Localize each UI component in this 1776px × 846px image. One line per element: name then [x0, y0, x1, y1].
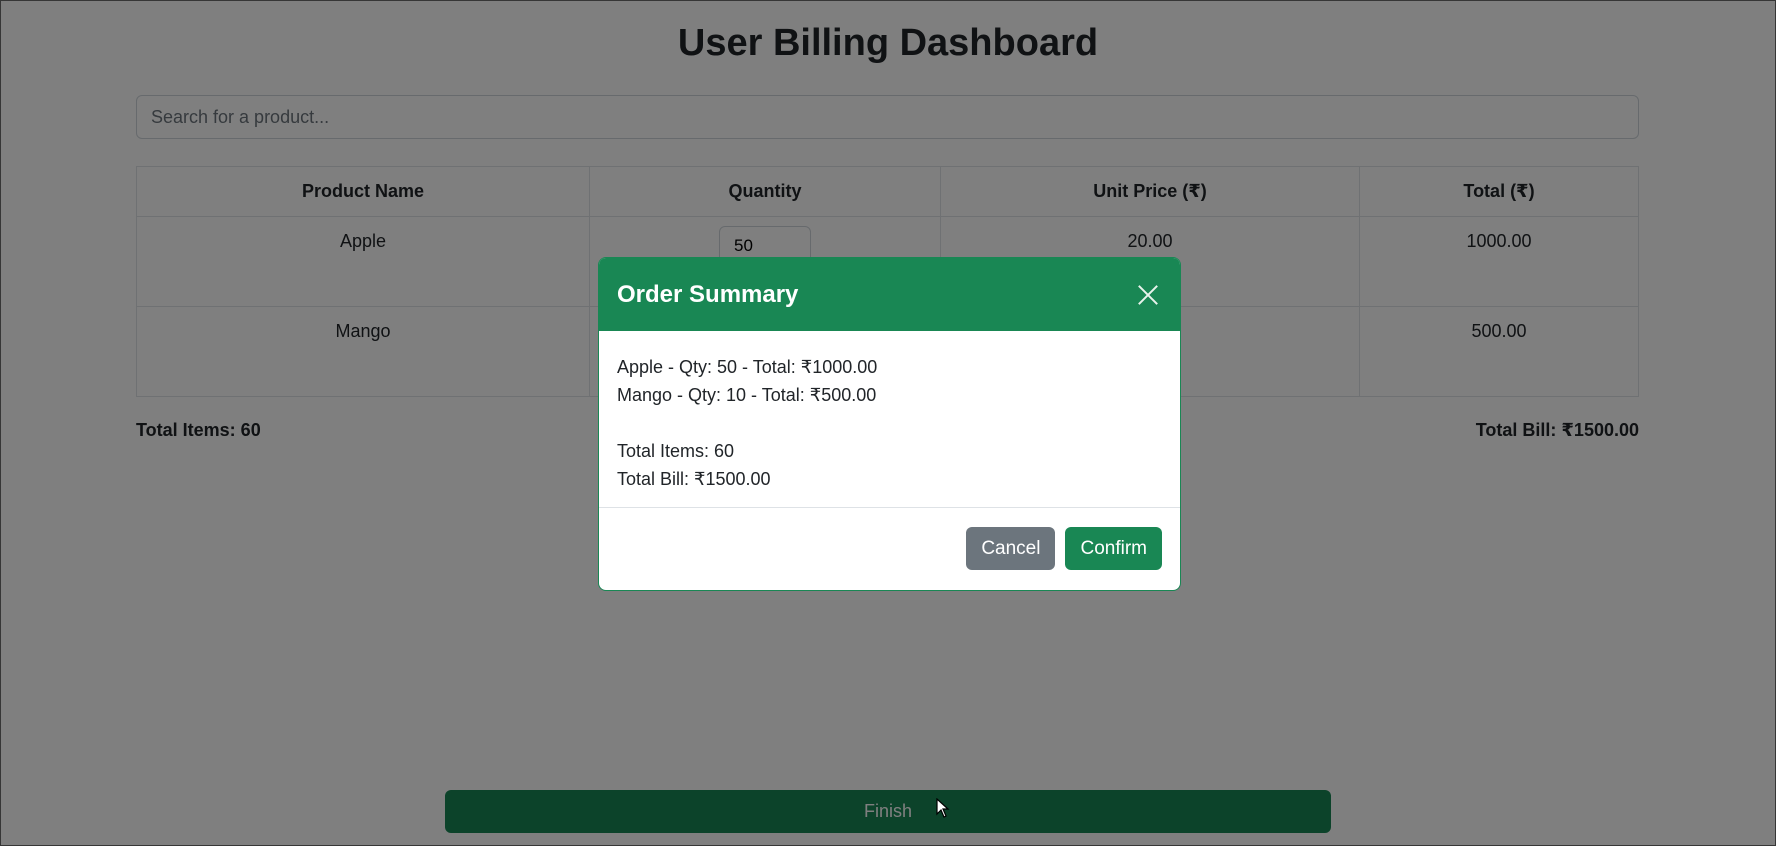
- mouse-pointer-icon: [936, 798, 950, 818]
- modal-total-items: Total Items: 60: [617, 441, 735, 461]
- order-summary-modal: Order Summary Apple - Qty: 50 - Total: ₹…: [598, 257, 1181, 591]
- modal-header: Order Summary: [599, 258, 1180, 331]
- order-line-item: Apple - Qty: 50 - Total: ₹1000.00: [617, 357, 878, 377]
- confirm-button[interactable]: Confirm: [1065, 527, 1162, 570]
- modal-body: Apple - Qty: 50 - Total: ₹1000.00 Mango …: [599, 331, 1180, 507]
- modal-total-bill: Total Bill: ₹1500.00: [617, 469, 771, 489]
- modal-footer: Cancel Confirm: [599, 507, 1180, 589]
- cancel-button[interactable]: Cancel: [966, 527, 1056, 570]
- modal-title: Order Summary: [617, 280, 799, 308]
- close-icon[interactable]: [1134, 281, 1162, 309]
- order-line-item: Mango - Qty: 10 - Total: ₹500.00: [617, 385, 877, 405]
